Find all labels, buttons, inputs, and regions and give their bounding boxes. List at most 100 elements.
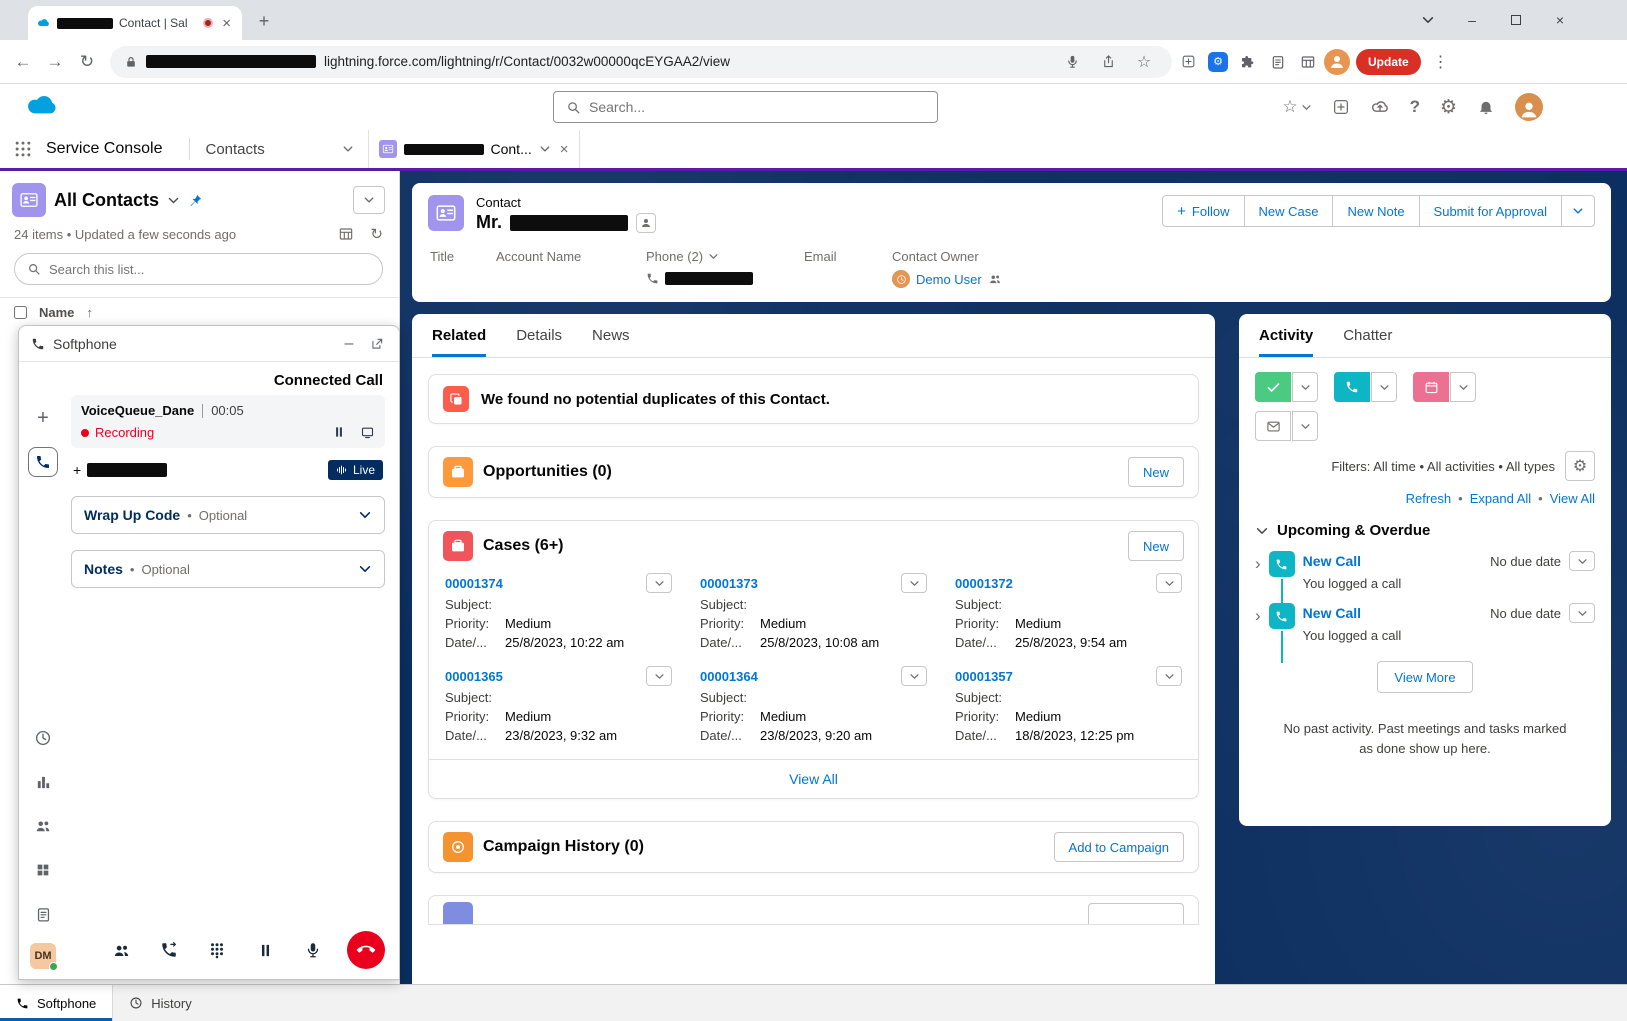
new-task-dropdown-button[interactable]: [1292, 372, 1318, 402]
new-opportunity-button[interactable]: New: [1128, 457, 1184, 487]
monitor-icon[interactable]: [360, 425, 375, 440]
case-actions-button[interactable]: [901, 573, 927, 593]
global-actions-icon[interactable]: [1332, 98, 1350, 116]
pause-recording-icon[interactable]: [332, 425, 346, 440]
agent-avatar[interactable]: DM: [30, 943, 56, 969]
log-a-call-button[interactable]: [1334, 372, 1370, 402]
end-call-button[interactable]: [347, 931, 385, 969]
case-number-link[interactable]: 00001365: [445, 669, 503, 684]
extension-icon[interactable]: [1174, 48, 1202, 76]
browser-tab[interactable]: Contact | Sal ×: [28, 6, 242, 40]
user-avatar[interactable]: [1515, 93, 1543, 121]
popout-icon[interactable]: [367, 334, 387, 354]
activity-filters-gear-icon[interactable]: ⚙: [1565, 451, 1595, 481]
opportunities-title[interactable]: Opportunities (0): [483, 463, 612, 481]
dialpad-icon[interactable]: [203, 936, 231, 964]
cases-title[interactable]: Cases (6+): [483, 537, 564, 555]
notepad-icon[interactable]: [28, 899, 58, 929]
section-collapse-chevron-icon[interactable]: [1255, 524, 1269, 538]
email-dropdown-button[interactable]: [1292, 411, 1318, 441]
reading-list-icon[interactable]: [1264, 48, 1292, 76]
voice-search-mic-icon[interactable]: [1058, 48, 1086, 76]
activity-item-link[interactable]: New Call: [1303, 553, 1361, 569]
mute-mic-icon[interactable]: [299, 936, 327, 964]
side-panel-icon[interactable]: [1294, 48, 1322, 76]
browser-update-button[interactable]: Update: [1356, 49, 1421, 75]
activity-view-all-link[interactable]: View All: [1550, 491, 1595, 506]
new-call-plus-icon[interactable]: +: [28, 403, 58, 433]
wrap-up-code-section[interactable]: Wrap Up Code • Optional: [71, 496, 385, 534]
extensions-puzzle-icon[interactable]: [1234, 48, 1262, 76]
expand-all-link[interactable]: Expand All: [1470, 491, 1531, 506]
directory-people-icon[interactable]: [28, 811, 58, 841]
upload-status-icon[interactable]: [1370, 97, 1390, 117]
chevron-down-icon[interactable]: [358, 562, 372, 576]
list-search-input[interactable]: [49, 262, 370, 277]
window-close-button[interactable]: ×: [1551, 11, 1569, 29]
window-menu-chevron-icon[interactable]: [1419, 11, 1437, 29]
related-list-button[interactable]: [1088, 903, 1184, 925]
new-event-dropdown-button[interactable]: [1450, 372, 1476, 402]
more-actions-button[interactable]: [1561, 195, 1595, 227]
case-actions-button[interactable]: [901, 666, 927, 686]
log-call-dropdown-button[interactable]: [1371, 372, 1397, 402]
workspace-tab-contact[interactable]: Cont... ×: [368, 130, 580, 168]
address-bar[interactable]: lightning.force.com/lightning/r/Contact/…: [110, 46, 1172, 78]
case-number-link[interactable]: 00001374: [445, 576, 503, 591]
list-view-controls-button[interactable]: [353, 186, 385, 214]
phone-tab-icon[interactable]: [28, 447, 58, 477]
bookmark-star-icon[interactable]: ☆: [1130, 48, 1158, 76]
activity-item-link[interactable]: New Call: [1303, 605, 1361, 621]
list-search[interactable]: [14, 253, 383, 285]
contact-badge-icon[interactable]: [636, 213, 656, 233]
new-note-button[interactable]: New Note: [1332, 195, 1419, 227]
metrics-chart-icon[interactable]: [28, 767, 58, 797]
name-column-header[interactable]: Name: [39, 305, 74, 320]
expand-chevron-icon[interactable]: ›: [1255, 607, 1261, 624]
chevron-down-icon[interactable]: [167, 194, 180, 207]
utility-softphone-tab[interactable]: Softphone: [0, 985, 113, 1021]
campaign-history-title[interactable]: Campaign History (0): [483, 838, 644, 856]
chevron-down-icon[interactable]: [342, 143, 354, 155]
email-button[interactable]: [1255, 411, 1291, 441]
select-all-checkbox[interactable]: [14, 306, 27, 319]
submit-for-approval-button[interactable]: Submit for Approval: [1419, 195, 1562, 227]
utility-history-tab[interactable]: History: [113, 985, 207, 1021]
contact-owner-link[interactable]: Demo User: [916, 272, 982, 287]
call-history-icon[interactable]: [28, 723, 58, 753]
case-number-link[interactable]: 00001372: [955, 576, 1013, 591]
new-case-button[interactable]: New Case: [1244, 195, 1334, 227]
notifications-bell-icon[interactable]: [1477, 98, 1495, 116]
nav-tab-contacts[interactable]: Contacts: [190, 130, 368, 168]
case-actions-button[interactable]: [1156, 573, 1182, 593]
conference-people-icon[interactable]: [107, 936, 135, 964]
case-number-link[interactable]: 00001357: [955, 669, 1013, 684]
reload-button[interactable]: ↻: [72, 47, 102, 77]
transfer-call-icon[interactable]: [155, 936, 183, 964]
tab-activity[interactable]: Activity: [1259, 314, 1313, 357]
activity-item-actions-button[interactable]: [1569, 603, 1595, 623]
refresh-icon[interactable]: ↻: [370, 225, 383, 243]
new-case-button[interactable]: New: [1128, 531, 1184, 561]
follow-button[interactable]: +Follow: [1162, 195, 1244, 227]
quick-connects-grid-icon[interactable]: [28, 855, 58, 885]
case-actions-button[interactable]: [646, 666, 672, 686]
case-number-link[interactable]: 00001373: [700, 576, 758, 591]
extension-blue-icon[interactable]: ⚙: [1204, 48, 1232, 76]
setup-gear-icon[interactable]: ⚙: [1440, 98, 1457, 117]
hold-pause-icon[interactable]: [251, 936, 279, 964]
cases-view-all-link[interactable]: View All: [789, 771, 838, 787]
tab-details[interactable]: Details: [516, 314, 562, 357]
new-event-button[interactable]: [1413, 372, 1449, 402]
global-search[interactable]: [553, 91, 938, 123]
case-number-link[interactable]: 00001364: [700, 669, 758, 684]
case-actions-button[interactable]: [1156, 666, 1182, 686]
global-search-input[interactable]: [589, 99, 925, 115]
pin-icon[interactable]: [188, 193, 203, 208]
help-icon[interactable]: ?: [1410, 97, 1420, 117]
change-owner-icon[interactable]: [988, 272, 1002, 286]
notes-section[interactable]: Notes • Optional: [71, 550, 385, 588]
share-icon[interactable]: [1094, 48, 1122, 76]
minimize-icon[interactable]: –: [339, 334, 359, 354]
browser-menu-icon[interactable]: ⋮: [1427, 48, 1455, 76]
